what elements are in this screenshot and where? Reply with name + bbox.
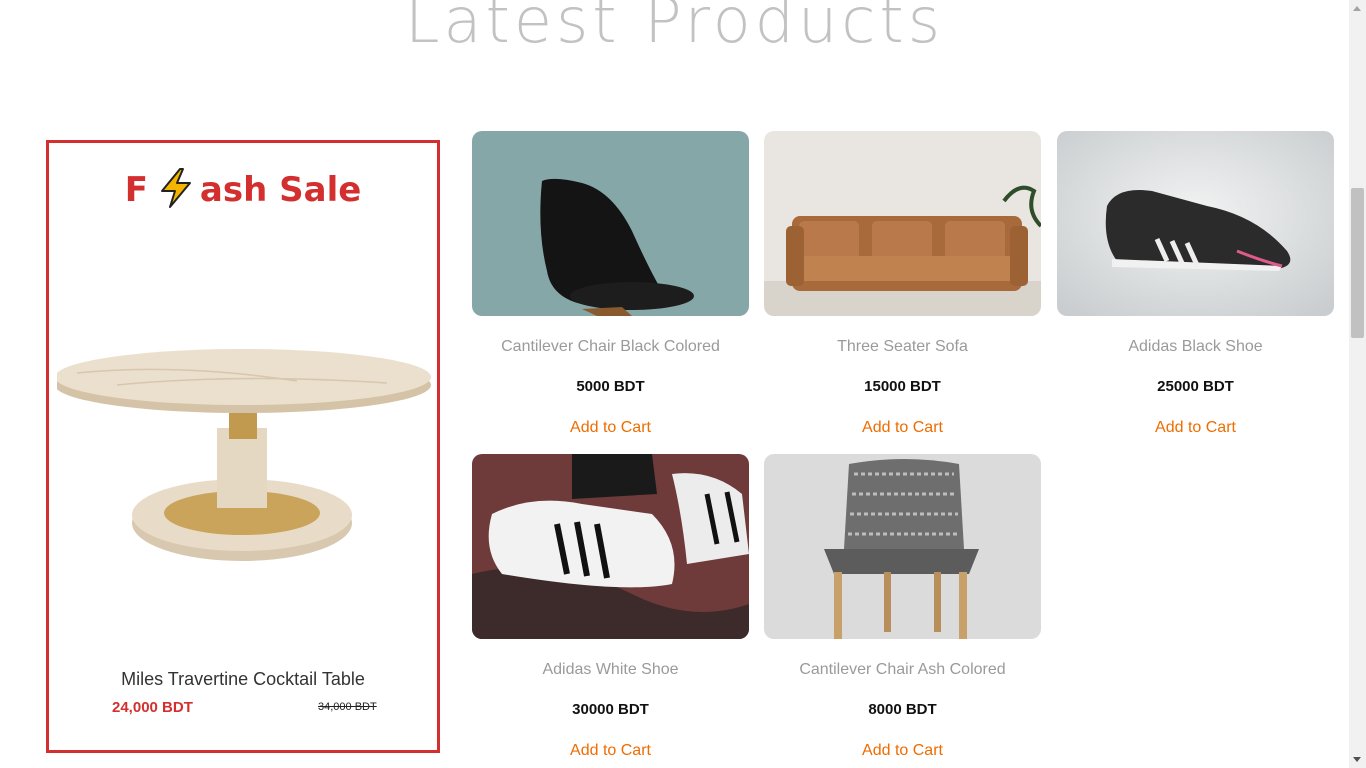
product-image-cocktail-table[interactable] bbox=[55, 333, 433, 573]
product-card: Three Seater Sofa 15000 BDT Add to Cart bbox=[764, 131, 1041, 437]
product-name[interactable]: Adidas White Shoe bbox=[472, 661, 749, 681]
flash-sale-price: 24,000 BDT bbox=[112, 699, 193, 716]
section-title: Latest Products bbox=[404, 0, 945, 57]
flash-sale-title-suffix: ash Sale bbox=[199, 170, 362, 210]
product-price: 30000 BDT bbox=[572, 701, 649, 718]
add-to-cart-button[interactable]: Add to Cart bbox=[764, 742, 1041, 760]
product-price: 8000 BDT bbox=[868, 701, 937, 718]
flash-sale-product-name[interactable]: Miles Travertine Cocktail Table bbox=[49, 669, 437, 690]
flash-sale-card[interactable]: Fash Sale Miles Travertine Cocktail Tabl… bbox=[46, 140, 440, 753]
product-image-ash-chair[interactable] bbox=[764, 454, 1041, 639]
product-name[interactable]: Cantilever Chair Black Colored bbox=[472, 338, 749, 358]
product-name[interactable]: Three Seater Sofa bbox=[764, 338, 1041, 358]
product-name[interactable]: Cantilever Chair Ash Colored bbox=[764, 661, 1041, 681]
product-card: Cantilever Chair Black Colored 5000 BDT … bbox=[472, 131, 749, 437]
product-image-black-chair[interactable] bbox=[472, 131, 749, 316]
scrollbar-thumb[interactable] bbox=[1351, 188, 1364, 338]
scroll-down-arrow-icon[interactable] bbox=[1353, 757, 1361, 762]
add-to-cart-button[interactable]: Add to Cart bbox=[1057, 419, 1334, 437]
add-to-cart-button[interactable]: Add to Cart bbox=[764, 419, 1041, 437]
product-image-sofa[interactable] bbox=[764, 131, 1041, 316]
product-name[interactable]: Adidas Black Shoe bbox=[1057, 338, 1334, 358]
product-price: 5000 BDT bbox=[576, 378, 645, 395]
lightning-bolt-icon bbox=[156, 167, 198, 209]
scroll-up-arrow-icon[interactable] bbox=[1353, 6, 1361, 11]
product-card: Cantilever Chair Ash Colored 8000 BDT Ad… bbox=[764, 454, 1041, 760]
flash-sale-old-price: 34,000 BDT bbox=[318, 701, 377, 713]
add-to-cart-button[interactable]: Add to Cart bbox=[472, 742, 749, 760]
add-to-cart-button[interactable]: Add to Cart bbox=[472, 419, 749, 437]
product-card: Adidas White Shoe 30000 BDT Add to Cart bbox=[472, 454, 749, 760]
flash-sale-title: Fash Sale bbox=[49, 167, 437, 210]
product-image-black-shoe[interactable] bbox=[1057, 131, 1334, 316]
product-image-white-shoe[interactable] bbox=[472, 454, 749, 639]
product-card: Adidas Black Shoe 25000 BDT Add to Cart bbox=[1057, 131, 1334, 437]
flash-sale-title-prefix: F bbox=[124, 170, 148, 210]
page-scrollbar[interactable] bbox=[1349, 0, 1366, 768]
product-price: 15000 BDT bbox=[864, 378, 941, 395]
product-price: 25000 BDT bbox=[1157, 378, 1234, 395]
